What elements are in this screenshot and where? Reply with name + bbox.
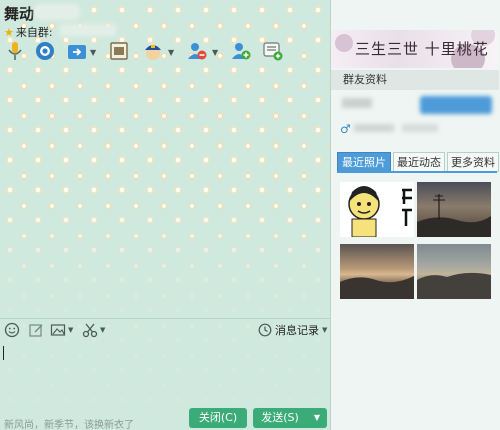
- message-input[interactable]: [0, 340, 330, 410]
- police-icon[interactable]: [142, 40, 164, 62]
- send-button[interactable]: 发送(S): [253, 408, 308, 428]
- profile-action-redacted[interactable]: [420, 96, 492, 114]
- footer-tip[interactable]: 新风尚，新季节，该换新衣了: [4, 416, 134, 430]
- window-title: 舞动: [4, 5, 35, 23]
- history-caret-icon: ▼: [322, 326, 328, 334]
- image-caret-icon[interactable]: ▼: [68, 326, 73, 334]
- banner-flower: [335, 34, 353, 52]
- profile-detail-redacted: [402, 124, 438, 132]
- close-button[interactable]: 关闭(C): [189, 408, 247, 428]
- recent-photo[interactable]: [417, 244, 491, 299]
- recent-photo[interactable]: [340, 182, 414, 237]
- edit-icon[interactable]: [28, 322, 44, 338]
- promo-banner[interactable]: 三生三世 十里桃花: [331, 30, 497, 68]
- send-options-caret-icon[interactable]: ▼: [307, 408, 327, 428]
- profile-detail-redacted: [354, 124, 394, 132]
- police-caret-icon[interactable]: ▼: [168, 48, 174, 57]
- remove-user-caret-icon[interactable]: ▼: [212, 48, 218, 57]
- remove-user-icon[interactable]: [186, 40, 208, 62]
- tab-recent-photos[interactable]: 最近照片: [337, 152, 391, 172]
- image-icon[interactable]: [50, 322, 66, 338]
- video-icon[interactable]: [34, 40, 56, 62]
- clock-icon: [258, 323, 272, 337]
- scissors-caret-icon[interactable]: ▼: [100, 326, 105, 334]
- title-redacted: [34, 4, 80, 20]
- recent-photo[interactable]: [340, 244, 414, 299]
- message-history-label: 消息记录: [275, 324, 319, 337]
- app-window-icon[interactable]: [108, 40, 130, 62]
- tab-underline: [337, 171, 497, 173]
- group-message-icon[interactable]: [262, 40, 284, 62]
- chat-window: 舞动 ★来自群: ▾ — ☐ ✕ ▼: [0, 0, 500, 430]
- scissors-icon[interactable]: [82, 322, 98, 338]
- input-toolbar: ▼ ▼ 消息记录 ▼: [0, 318, 330, 341]
- file-transfer-icon[interactable]: [66, 40, 88, 62]
- section-title: 群友资料: [331, 70, 499, 90]
- banner-text: 三生三世 十里桃花: [355, 40, 489, 58]
- chat-toolbar: ▼ ▼ ▼: [0, 38, 330, 68]
- profile-name-redacted: [342, 98, 372, 108]
- text-cursor: [3, 346, 4, 360]
- gender-male-icon: ♂: [340, 122, 351, 136]
- tab-more-info[interactable]: 更多资料: [447, 152, 499, 172]
- add-user-icon[interactable]: [230, 40, 252, 62]
- recent-photo[interactable]: [417, 182, 491, 237]
- message-history-button[interactable]: 消息记录 ▼: [258, 321, 327, 339]
- emoji-icon[interactable]: [4, 322, 20, 338]
- group-name-redacted: [60, 24, 116, 36]
- tab-recent-activity[interactable]: 最近动态: [393, 152, 445, 172]
- file-transfer-caret-icon[interactable]: ▼: [90, 48, 96, 57]
- voice-icon[interactable]: [4, 40, 26, 62]
